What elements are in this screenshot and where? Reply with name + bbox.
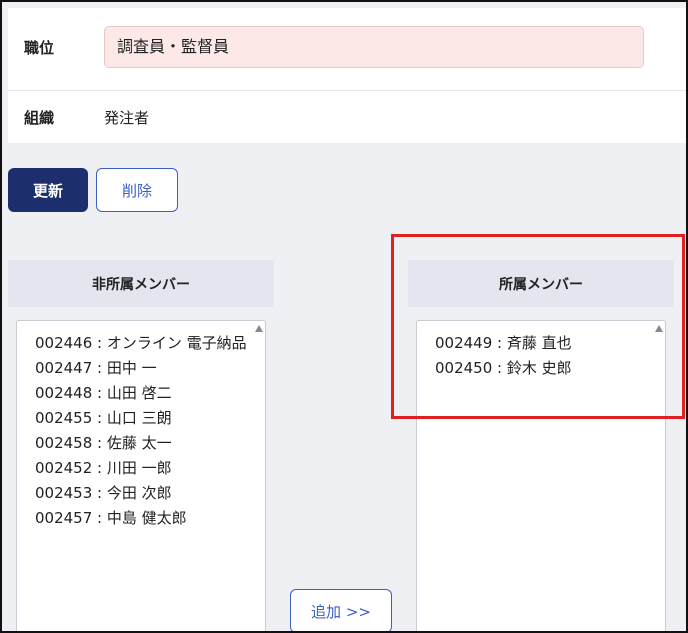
non-members-header: 非所属メンバー [8,260,274,307]
role-form: 職位 調査員・監督員 組織 発注者 [8,8,686,143]
add-member-button[interactable]: 追加 >> [290,589,392,631]
list-item[interactable]: 002457 : 中島 健太郎 [35,506,265,531]
non-members-listbox[interactable]: 002446 : オンライン 電子納品 002447 : 田中 一 002448… [16,320,266,631]
list-item[interactable]: 002447 : 田中 一 [35,356,265,381]
delete-button[interactable]: 削除 [96,168,178,212]
title-input[interactable]: 調査員・監督員 [104,26,644,68]
list-item[interactable]: 002455 : 山口 三朗 [35,406,265,431]
organization-value: 発注者 [104,108,150,127]
title-row: 職位 調査員・監督員 [8,24,686,70]
list-item[interactable]: 002458 : 佐藤 太一 [35,431,265,456]
screen-frame: 職位 調査員・監督員 組織 発注者 更新 削除 非所属メンバー 002446 :… [0,0,688,633]
organization-label: 組織 [24,108,55,127]
list-item[interactable]: 002452 : 川田 一郎 [35,456,265,481]
scroll-up-arrow-icon[interactable] [255,325,263,332]
list-item[interactable]: 002448 : 山田 啓二 [35,381,265,406]
organization-row: 組織 発注者 [8,90,686,143]
list-item[interactable]: 002446 : オンライン 電子納品 [35,331,265,356]
highlight-box [391,234,685,419]
update-button[interactable]: 更新 [8,168,88,212]
title-label: 職位 [24,38,55,57]
list-item[interactable]: 002453 : 今田 次郎 [35,481,265,506]
